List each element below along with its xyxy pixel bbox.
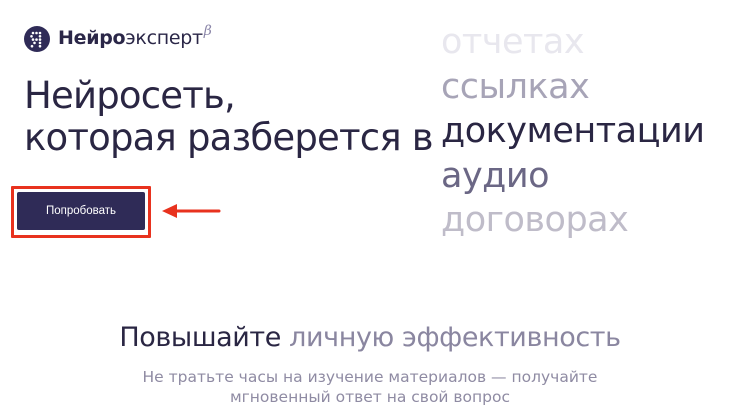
rotating-words: отчетах ссылках документации аудио догов…	[441, 20, 705, 243]
section-subtitle-line2: мгновенный ответ на свой вопрос	[229, 388, 511, 406]
ya-dotted-icon	[24, 26, 50, 52]
page: Нейроэкспертβ отчетах ссылках документац…	[0, 0, 740, 409]
section-subtitle-line1: Не тратьте часы на изучение материалов —…	[142, 368, 598, 386]
section-title-muted: личную эффективность	[289, 322, 621, 353]
left-arrow-icon	[160, 202, 222, 224]
rotating-word: договорах	[441, 200, 629, 240]
hero-title-line1: Нейросеть,	[24, 74, 236, 117]
logo[interactable]: Нейроэкспертβ	[24, 23, 212, 53]
beta-badge: β	[203, 23, 212, 39]
logo-strong: Нейро	[58, 27, 126, 49]
rotating-word-active: документации	[441, 111, 705, 151]
hero-title-line2: которая разберется в	[24, 116, 434, 159]
rotating-word: ссылках	[441, 66, 590, 107]
hero-title: Нейросеть, которая разберется в	[24, 74, 434, 159]
logo-text: Нейроэкспертβ	[58, 23, 212, 53]
section-title-dark: Повышайте	[119, 322, 290, 353]
section-title: Повышайте личную эффективность	[0, 320, 740, 356]
rotating-word: отчетах	[441, 22, 585, 62]
section-subtitle: Не тратьте часы на изучение материалов —…	[0, 367, 740, 407]
logo-light: эксперт	[125, 27, 203, 49]
rotating-word: аудио	[441, 155, 550, 196]
try-button[interactable]: Попробовать	[17, 192, 145, 230]
